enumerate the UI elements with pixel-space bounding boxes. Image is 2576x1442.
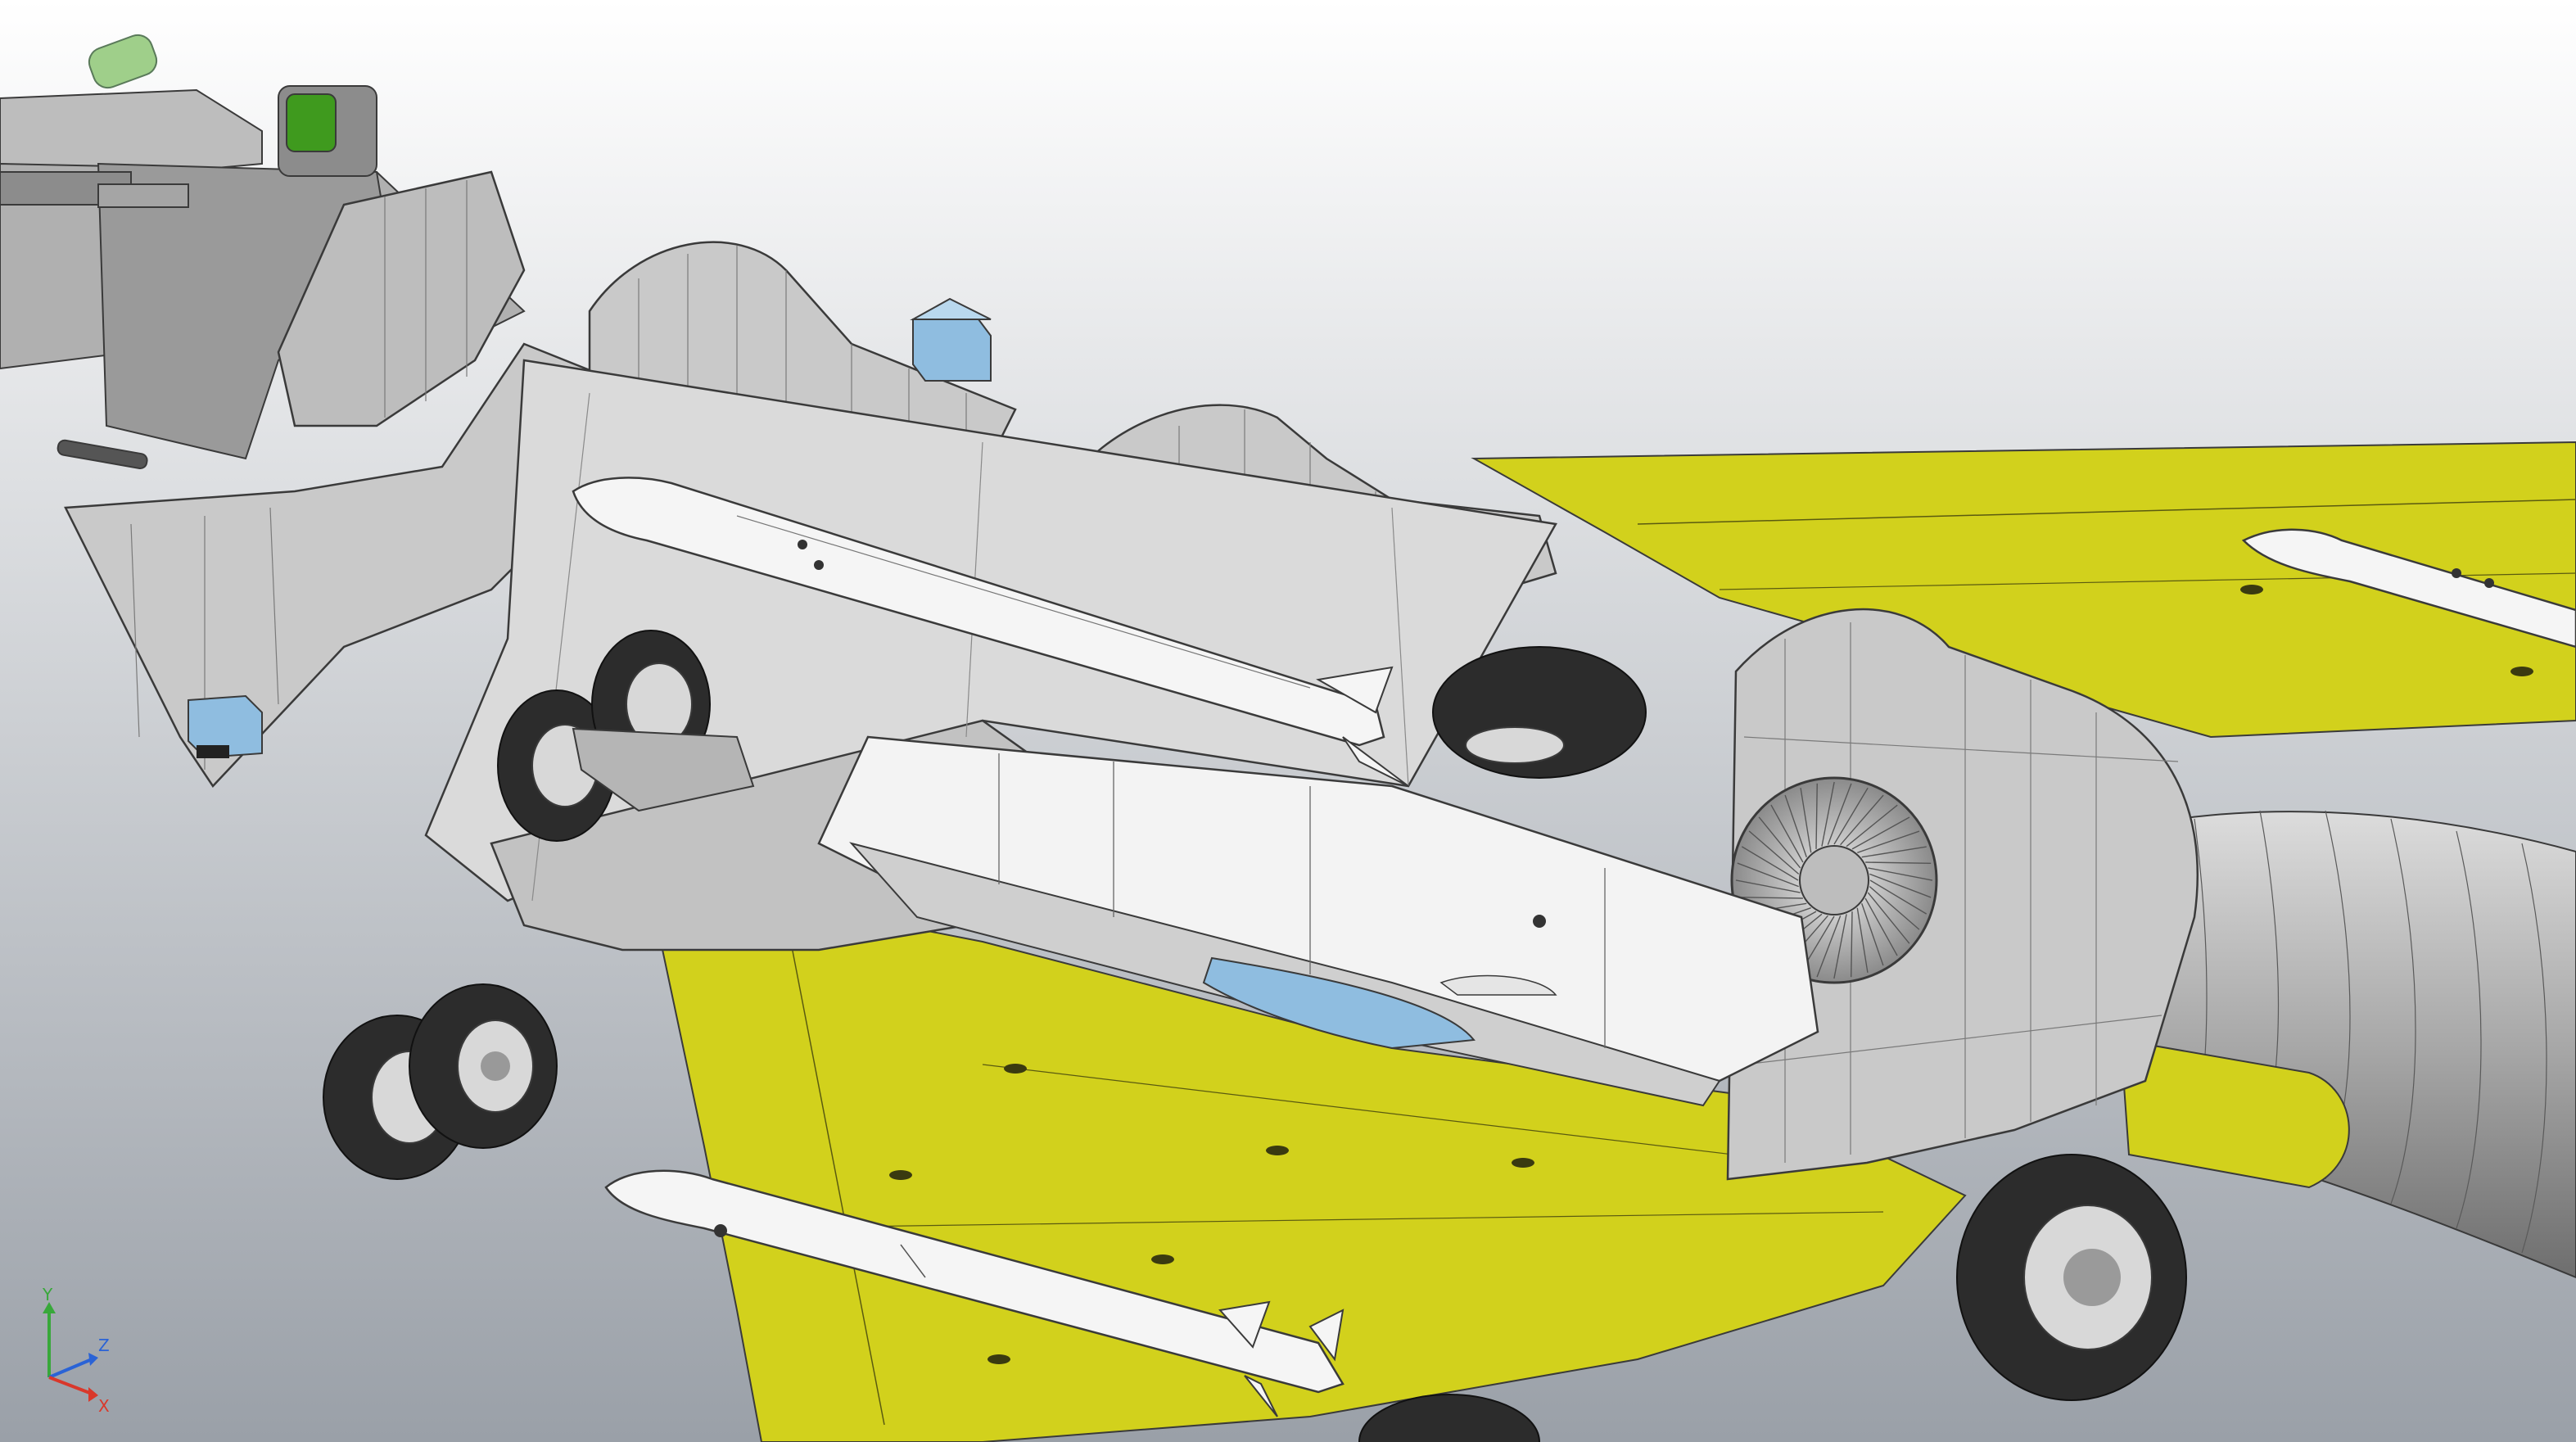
triad-z-label: Z (98, 1336, 110, 1355)
blue-sensor-left[interactable] (188, 694, 263, 759)
triad-x-label: X (98, 1396, 110, 1416)
fan-spinner (1799, 845, 1869, 915)
wheel-right-main[interactable] (1956, 1154, 2187, 1401)
triad-y-label: Y (42, 1285, 53, 1304)
3d-viewport[interactable]: Y Z X (0, 0, 2576, 1442)
cad-scene[interactable]: Y Z X (0, 0, 2576, 1442)
wheel-main-stowed[interactable] (1432, 646, 1647, 779)
wheel-left-inner[interactable] (409, 983, 558, 1149)
